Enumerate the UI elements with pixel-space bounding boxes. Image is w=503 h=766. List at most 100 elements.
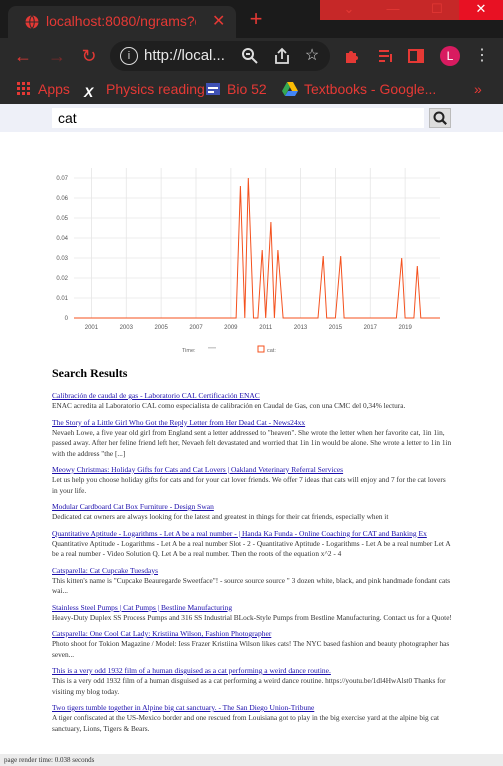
legend-label-time: Time: — [182, 348, 196, 354]
y-tick-label: 0 — [65, 316, 69, 322]
reading-list-icon[interactable] — [376, 46, 396, 66]
y-tick-label: 0.03 — [56, 256, 68, 262]
legend-label-cat: cat: — [267, 348, 276, 354]
new-tab-icon[interactable]: + — [244, 8, 268, 32]
x-tick-label: 2011 — [259, 325, 273, 331]
y-tick-label: 0.02 — [56, 276, 68, 282]
forward-icon[interactable]: → — [46, 45, 68, 67]
extensions-icon[interactable] — [342, 46, 362, 66]
y-tick-label: 0.04 — [56, 236, 68, 242]
result-snippet: Heavy-Duty Duplex SS Process Pumps and 3… — [52, 612, 452, 622]
zoom-icon[interactable] — [240, 46, 260, 66]
bookmark-label: Textbooks - Google... — [304, 81, 437, 97]
result-link[interactable]: Calibración de caudal de gas - Laborator… — [52, 391, 452, 401]
menu-icon[interactable]: ⋮ — [472, 46, 492, 66]
result-snippet: Quantitative Aptitude - Logarithms - Let… — [52, 538, 451, 559]
drive-icon — [282, 82, 298, 96]
x-tick-label: 2009 — [224, 325, 238, 331]
x-tick-label: 2013 — [294, 325, 308, 331]
bookmark-label: Physics reading — [106, 81, 205, 97]
search-bar — [0, 104, 503, 132]
result-item: Catsparella: Cat Cupcake Tuesdays This ki… — [52, 566, 452, 597]
search-input[interactable] — [52, 108, 424, 128]
result-link[interactable]: Meowy Christmas: Holiday Gifts for Cats … — [52, 465, 452, 475]
result-snippet: Nevaeh Lowe, a five year old girl from E… — [52, 427, 452, 458]
results-list: Calibración de caudal de gas - Laborator… — [52, 391, 452, 740]
page-content: 0 0.01 0.02 0.03 0.04 0.05 0.06 0.07 2001 2003 200… — [0, 104, 503, 766]
globe-icon — [25, 15, 39, 29]
result-link[interactable]: Two tigers tumble together in Alpine big… — [52, 703, 452, 713]
x-tick-label: 2003 — [120, 325, 134, 331]
browser-chrome: localhost:8080/ngrams?query ✕ + ⌄ — ☐ ✕ … — [0, 0, 503, 104]
bookmark-star-icon[interactable]: ☆ — [302, 46, 322, 66]
info-icon[interactable]: i — [120, 47, 138, 65]
apps-grid-icon — [17, 82, 30, 95]
result-item: Two tigers tumble together in Alpine big… — [52, 703, 452, 734]
result-snippet: ENAC acredita al Laboratorio CAL como es… — [52, 401, 406, 410]
y-tick-label: 0.01 — [56, 296, 68, 302]
result-item: The Story of a Little Girl Who Got the R… — [52, 418, 452, 460]
side-panel-icon[interactable] — [406, 46, 426, 66]
result-link[interactable]: Quantitative Aptitude - Logarithms - Let… — [52, 529, 452, 539]
result-item: Modular Cardboard Cat Box Furniture - De… — [52, 502, 452, 523]
avatar[interactable]: L — [440, 46, 460, 66]
bookmarks-overflow-icon[interactable]: » — [474, 79, 482, 99]
result-item: Meowy Christmas: Holiday Gifts for Cats … — [52, 465, 452, 496]
result-item: Quantitative Aptitude - Logarithms - Let… — [52, 529, 452, 560]
result-link[interactable]: Catsparella: One Cool Cat Lady: Kristiin… — [52, 629, 452, 639]
legend-swatch-cat — [257, 345, 265, 353]
x-tick-label: 2015 — [329, 325, 343, 331]
url-text: http://local... — [144, 47, 225, 64]
y-tick-label: 0.05 — [56, 216, 68, 222]
result-snippet: Let us help you choose holiday gifts for… — [52, 475, 446, 495]
close-button[interactable]: ✕ — [459, 0, 503, 20]
x-logo-icon: X — [84, 84, 94, 100]
x-tick-label: 2019 — [398, 325, 412, 331]
bookmark-label: Bio 52 — [227, 81, 267, 97]
bookmark-textbooks[interactable]: Textbooks - Google... — [282, 79, 436, 99]
results-heading: Search Results — [52, 366, 128, 380]
result-link[interactable]: Stainless Steel Pumps | Cat Pumps | Best… — [52, 603, 452, 613]
reload-icon[interactable]: ↻ — [78, 45, 100, 67]
result-link[interactable]: The Story of a Little Girl Who Got the R… — [52, 418, 452, 428]
result-item: Calibración de caudal de gas - Laborator… — [52, 391, 452, 412]
tab-title: localhost:8080/ngrams?query — [46, 13, 196, 29]
share-icon[interactable] — [272, 46, 292, 66]
render-time: page render time: 0.038 seconds — [0, 754, 503, 766]
bookmark-label: Apps — [38, 81, 70, 97]
result-item: This is a very odd 1932 film of a human … — [52, 666, 452, 697]
x-tick-label: 2017 — [364, 325, 378, 331]
search-icon — [433, 111, 447, 125]
x-tick-label: 2001 — [85, 325, 99, 331]
result-item: Catsparella: One Cool Cat Lady: Kristiin… — [52, 629, 452, 660]
result-link[interactable]: This is a very odd 1932 film of a human … — [52, 666, 452, 676]
back-icon[interactable]: ← — [12, 45, 34, 67]
series-line-cat — [74, 177, 440, 319]
result-snippet: Photo shoot for Tokion Magazine / Model:… — [52, 639, 450, 659]
result-snippet: This kitten's name is "Cupcake Beauregar… — [52, 575, 451, 596]
tab-bar: localhost:8080/ngrams?query ✕ + ⌄ — ☐ ✕ — [0, 0, 503, 38]
y-tick-label: 0.07 — [56, 176, 68, 182]
minimize-button[interactable]: — — [371, 0, 415, 20]
bookmark-physics[interactable]: X Physics reading — [84, 79, 205, 100]
y-tick-label: 0.06 — [56, 196, 68, 202]
collapse-icon[interactable]: ⌄ — [327, 0, 371, 20]
calendar-icon — [206, 83, 220, 95]
x-tick-label: 2007 — [189, 325, 203, 331]
result-item: Stainless Steel Pumps | Cat Pumps | Best… — [52, 603, 452, 624]
result-snippet: Dedicated cat owners are always looking … — [52, 512, 389, 521]
ngram-chart: 0 0.01 0.02 0.03 0.04 0.05 0.06 0.07 2001 2003 200… — [56, 168, 440, 354]
result-link[interactable]: Modular Cardboard Cat Box Furniture - De… — [52, 502, 452, 512]
browser-tab[interactable]: localhost:8080/ngrams?query ✕ — [8, 6, 236, 38]
toolbar: ← → ↻ i http://local... ☆ L ⋮ — [0, 38, 503, 74]
bookmarks-bar: Apps X Physics reading Bio 52 Textbooks -… — [0, 74, 503, 104]
maximize-button[interactable]: ☐ — [415, 0, 459, 20]
window-buttons: ⌄ — ☐ ✕ — [327, 0, 503, 20]
address-bar[interactable]: i http://local... — [110, 41, 330, 71]
search-button[interactable] — [429, 108, 451, 128]
legend-swatch-time — [208, 347, 216, 349]
tab-close-icon[interactable]: ✕ — [212, 11, 225, 31]
bookmark-apps[interactable]: Apps — [16, 79, 70, 99]
bookmark-bio[interactable]: Bio 52 — [205, 79, 267, 99]
result-link[interactable]: Catsparella: Cat Cupcake Tuesdays — [52, 566, 452, 576]
